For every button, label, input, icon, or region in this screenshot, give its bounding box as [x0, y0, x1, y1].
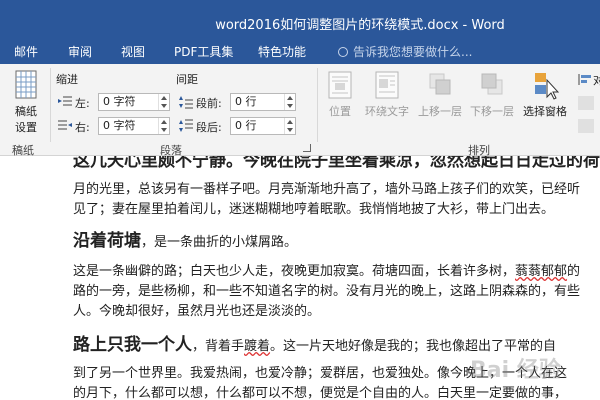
- title-bar: word2016如何调整图片的环绕模式.docx - Word: [0, 0, 600, 38]
- indent-right-label: 右:: [75, 121, 90, 134]
- spelling-flagged-word: 踱着: [244, 339, 271, 354]
- position-label: 位置: [329, 105, 351, 118]
- lightbulb-icon: [338, 47, 348, 57]
- para2-line1-tail: 的: [567, 264, 581, 279]
- group-separator: [50, 68, 51, 142]
- heading-1-rest-text: ，是一条曲折的小煤屑路。: [141, 235, 298, 250]
- selection-pane-icon: [535, 73, 560, 100]
- bring-forward-button[interactable]: 上移一层: [414, 70, 466, 119]
- send-backward-icon: [481, 73, 503, 95]
- send-backward-button[interactable]: 下移一层: [466, 70, 518, 119]
- tell-me-text: 告诉我您想要做什么...: [353, 45, 473, 59]
- position-button[interactable]: 位置: [322, 70, 358, 119]
- wrap-text-button[interactable]: 环绕文字: [360, 70, 414, 119]
- spacing-after-icon: [179, 119, 193, 132]
- doc-line: 路的一旁，是些杨柳，和一些不知道名字的树。没有月光的晚上，这路上阴森森的，有些: [73, 284, 581, 299]
- ribbon-tab-bar: 邮件 审阅 视图 PDF工具集 特色功能 告诉我您想要做什么...: [0, 38, 600, 64]
- spacing-before-icon: [179, 96, 193, 109]
- send-backward-label: 下移一层: [470, 105, 514, 118]
- indent-left-label: 左:: [75, 97, 90, 110]
- spacing-title: 间距: [176, 73, 198, 86]
- selection-pane-button[interactable]: 选择窗格: [519, 70, 571, 119]
- indent-left-spinner[interactable]: [158, 94, 169, 110]
- tell-me-search[interactable]: 告诉我您想要做什么...: [338, 43, 472, 60]
- manuscript-button-line1: 稿纸: [15, 105, 37, 118]
- heading-2-rest-a: ，背着手: [192, 339, 245, 354]
- indent-left-icon: [58, 96, 72, 106]
- position-icon: [328, 71, 352, 99]
- indent-right-value: 0 字符: [103, 119, 136, 132]
- manuscript-grid-icon: [15, 70, 37, 99]
- indent-right-icon: [58, 120, 72, 130]
- para2-line1-text: 这是一条幽僻的路；白天也少人走，夜晚更加寂寞。荷塘四面，长着许多树，: [73, 264, 516, 279]
- rotate-icon[interactable]: [578, 119, 594, 133]
- doc-heading-1: 沿着荷塘，是一条曲折的小煤屑路。: [73, 226, 297, 251]
- spacing-before-label: 段前:: [196, 97, 222, 110]
- doc-line: 月的光里，总该另有一番样子吧。月亮渐渐地升高了，墙外马路上孩子们的欢笑，已经听: [73, 182, 581, 197]
- indent-left-value: 0 字符: [103, 95, 136, 108]
- align-button-label[interactable]: 对: [593, 72, 600, 88]
- paragraph-dialog-launcher[interactable]: [303, 144, 311, 152]
- wrap-text-label: 环绕文字: [365, 105, 409, 118]
- bring-forward-label: 上移一层: [418, 105, 462, 118]
- spacing-after-label: 段后:: [196, 121, 222, 134]
- manuscript-settings-button[interactable]: 稿纸 设置: [6, 70, 46, 135]
- ribbon: 稿纸 设置 稿纸 缩进 间距 左: 0 字符 右: 0 字符 段前: 0 行 段…: [0, 64, 600, 157]
- doc-line: 见了；妻在屋里拍着闰儿，迷迷糊糊地哼着眠歌。我悄悄地披了大衫，带上门出去。: [73, 202, 555, 217]
- spacing-before-field[interactable]: 0 行: [230, 93, 296, 111]
- selection-pane-label: 选择窗格: [523, 105, 567, 118]
- heading-2-big-text: 路上只我一个人: [73, 335, 192, 355]
- indent-right-field[interactable]: 0 字符: [98, 117, 170, 135]
- spacing-after-value: 0 行: [235, 119, 257, 132]
- group-separator: [317, 68, 318, 142]
- doc-line-cutoff: 这几天心里颇不宁静。今晚在院子里坐着乘凉，忽然想起日日走过的荷塘，在: [73, 156, 600, 171]
- tab-special-features[interactable]: 特色功能: [258, 43, 306, 60]
- doc-line: 的月下，什么都可以想，什么都可以不想，便觉是个自由的人。白天里一定要做的事，: [73, 386, 568, 400]
- spacing-before-value: 0 行: [235, 95, 257, 108]
- align-icon: [578, 74, 591, 85]
- tab-view[interactable]: 视图: [121, 43, 145, 60]
- manuscript-button-line2: 设置: [15, 121, 37, 134]
- doc-line: 这是一条幽僻的路；白天也少人走，夜晚更加寂寞。荷塘四面，长着许多树，蓊蓊郁郁的: [73, 260, 580, 279]
- tab-review[interactable]: 审阅: [68, 43, 92, 60]
- heading-1-big-text: 沿着荷塘: [73, 231, 141, 251]
- tab-mailings[interactable]: 邮件: [14, 43, 38, 60]
- spacing-after-field[interactable]: 0 行: [230, 117, 296, 135]
- indent-title: 缩进: [56, 73, 78, 86]
- bring-forward-icon: [429, 73, 451, 95]
- baidu-watermark: Bai 经验: [470, 358, 561, 383]
- window-title: word2016如何调整图片的环绕模式.docx - Word: [215, 18, 505, 33]
- doc-line: 人。今晚却很好，虽然月光也还是淡淡的。: [73, 304, 321, 319]
- spacing-after-spinner[interactable]: [284, 118, 295, 134]
- indent-right-spinner[interactable]: [158, 118, 169, 134]
- spacing-before-spinner[interactable]: [284, 94, 295, 110]
- tab-pdf-tools[interactable]: PDF工具集: [174, 43, 233, 60]
- document-page[interactable]: 这几天心里颇不宁静。今晚在院子里坐着乘凉，忽然想起日日走过的荷塘，在 月的光里，…: [0, 156, 600, 400]
- group-icon[interactable]: [578, 96, 594, 110]
- indent-left-field[interactable]: 0 字符: [98, 93, 170, 111]
- spelling-flagged-word: 蓊蓊郁郁: [515, 264, 568, 279]
- wrap-text-icon: [375, 71, 399, 99]
